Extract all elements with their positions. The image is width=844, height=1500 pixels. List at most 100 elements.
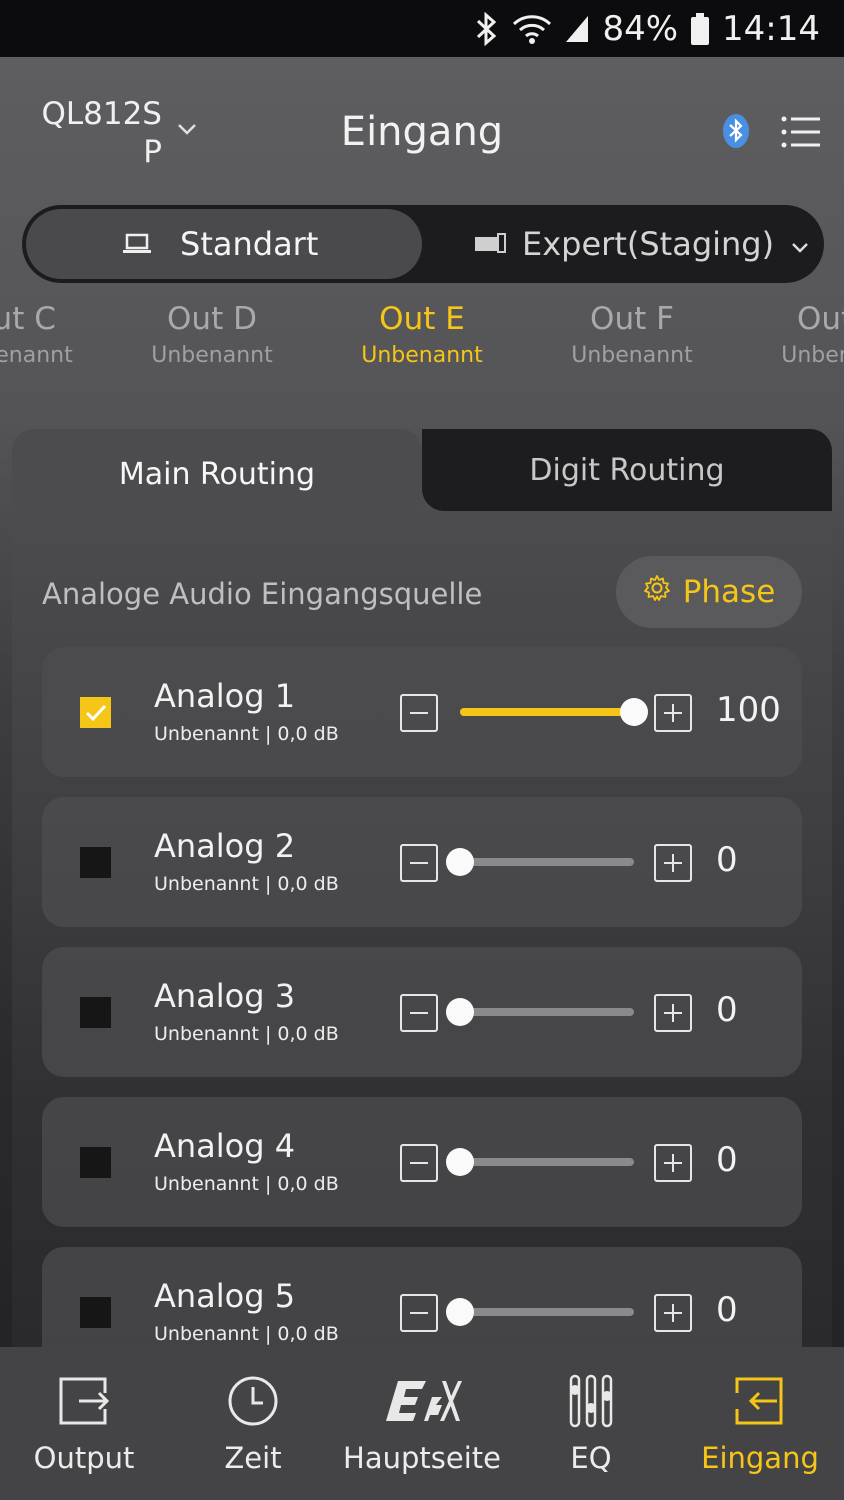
battery-percent: 84%: [602, 8, 679, 49]
esx-logo-icon: [338, 1371, 506, 1431]
source-checkbox[interactable]: [80, 997, 111, 1028]
phase-label: Phase: [682, 574, 776, 610]
battery-icon: [690, 12, 710, 46]
increase-button[interactable]: [654, 1144, 692, 1182]
nav-zeit[interactable]: Zeit: [169, 1347, 337, 1500]
decrease-button[interactable]: [400, 1144, 438, 1182]
phase-button[interactable]: Phase: [616, 556, 802, 628]
nav-hauptseite[interactable]: Hauptseite: [338, 1347, 506, 1500]
source-checkbox[interactable]: [80, 1147, 111, 1178]
output-name: Out D: [167, 301, 257, 337]
nav-label: Hauptseite: [343, 1441, 501, 1475]
chevron-down-icon: [790, 225, 810, 263]
equalizer-icon: [507, 1371, 675, 1431]
signal-icon: [564, 14, 590, 44]
output-subtitle: Unbenannt: [571, 343, 693, 368]
level-slider[interactable]: [460, 698, 648, 726]
output-subtitle: Unbenannt: [151, 343, 273, 368]
source-subtitle: Unbenannt | 0,0 dB: [154, 873, 339, 895]
output-subtitle: Unbenannt: [361, 343, 483, 368]
output-channel-tabs: Out C Unbenannt Out D Unbenannt Out E Un…: [0, 297, 844, 381]
nav-label: Zeit: [224, 1441, 282, 1475]
clock-icon: [169, 1371, 337, 1431]
laptop-icon: [122, 225, 152, 263]
level-value: 0: [716, 1140, 738, 1180]
slider-thumb[interactable]: [620, 698, 648, 726]
app-screen: QL812S P Eingang Standart Expert(Staging…: [0, 57, 844, 1500]
check-icon: [85, 704, 106, 721]
bottom-navigation: Output Zeit Hauptseite EQ Eingang: [0, 1347, 844, 1500]
source-name: Analog 3: [154, 977, 296, 1015]
source-checkbox[interactable]: [80, 847, 111, 878]
output-tab[interactable]: Out C Unbenannt: [0, 297, 112, 371]
decrease-button[interactable]: [400, 1294, 438, 1332]
tab-main-routing[interactable]: Main Routing: [12, 429, 422, 519]
source-name: Analog 5: [154, 1277, 296, 1315]
standard-mode-label: Standart: [180, 225, 319, 263]
slider-thumb[interactable]: [446, 998, 474, 1026]
increase-button[interactable]: [654, 844, 692, 882]
source-name: Analog 4: [154, 1127, 296, 1165]
bluetooth-icon: [474, 11, 500, 46]
level-slider[interactable]: [446, 848, 634, 876]
output-tab[interactable]: Out E Unbenannt: [322, 297, 522, 371]
expert-mode-button[interactable]: Expert(Staging): [474, 205, 810, 283]
nav-label: Eingang: [701, 1441, 819, 1475]
nav-eingang[interactable]: Eingang: [676, 1347, 844, 1500]
section-label: Analoge Audio Eingangsquelle: [42, 577, 483, 611]
nav-eq[interactable]: EQ: [507, 1347, 675, 1500]
source-checkbox[interactable]: [80, 1297, 111, 1328]
header: QL812S P Eingang: [0, 57, 844, 207]
level-value: 0: [716, 840, 738, 880]
output-name: Out G: [796, 301, 844, 337]
level-slider[interactable]: [446, 1148, 634, 1176]
decrease-button[interactable]: [400, 994, 438, 1032]
list-item: Analog 3 Unbenannt | 0,0 dB 0: [42, 947, 802, 1077]
slider-thumb[interactable]: [446, 1148, 474, 1176]
clock-time: 14:14: [722, 8, 820, 49]
slider-fill: [460, 708, 634, 716]
slider-thumb[interactable]: [446, 848, 474, 876]
level-value: 100: [716, 690, 781, 730]
level-slider[interactable]: [446, 998, 634, 1026]
output-subtitle: Unbenannt: [0, 343, 73, 368]
source-name: Analog 2: [154, 827, 296, 865]
standard-mode-button[interactable]: Standart: [26, 209, 422, 279]
input-icon: [676, 1371, 844, 1431]
bluetooth-status-icon[interactable]: [722, 113, 750, 153]
list-item: Analog 2 Unbenannt | 0,0 dB 0: [42, 797, 802, 927]
routing-tabs: Main Routing Digit Routing: [12, 429, 832, 519]
increase-button[interactable]: [654, 694, 692, 732]
decrease-button[interactable]: [400, 844, 438, 882]
level-value: 0: [716, 990, 738, 1030]
wifi-icon: [512, 12, 552, 46]
output-name: Out C: [0, 301, 56, 337]
source-subtitle: Unbenannt | 0,0 dB: [154, 723, 339, 745]
source-checkbox[interactable]: [80, 697, 111, 728]
nav-output[interactable]: Output: [0, 1347, 168, 1500]
menu-icon[interactable]: [780, 115, 822, 153]
output-tab[interactable]: Out F Unbenannt: [532, 297, 732, 371]
gear-icon: [643, 574, 671, 610]
mode-toggle: Standart Expert(Staging): [22, 205, 824, 283]
expert-mode-label: Expert(Staging): [522, 225, 775, 263]
output-name: Out E: [379, 301, 465, 337]
level-slider[interactable]: [446, 1298, 634, 1326]
page-title: Eingang: [340, 109, 504, 155]
source-subtitle: Unbenannt | 0,0 dB: [154, 1323, 339, 1345]
increase-button[interactable]: [654, 1294, 692, 1332]
increase-button[interactable]: [654, 994, 692, 1032]
level-value: 0: [716, 1290, 738, 1330]
devices-icon: [474, 225, 506, 263]
tab-digit-routing[interactable]: Digit Routing: [422, 429, 832, 511]
output-tab[interactable]: Out D Unbenannt: [112, 297, 312, 371]
status-bar: 84% 14:14: [0, 0, 844, 57]
output-tab[interactable]: Out G Unbenannt: [742, 297, 844, 371]
slider-thumb[interactable]: [446, 1298, 474, 1326]
source-subtitle: Unbenannt | 0,0 dB: [154, 1023, 339, 1045]
source-subtitle: Unbenannt | 0,0 dB: [154, 1173, 339, 1195]
decrease-button[interactable]: [400, 694, 438, 732]
source-name: Analog 1: [154, 677, 296, 715]
nav-label: EQ: [570, 1441, 612, 1475]
list-item: Analog 1 Unbenannt | 0,0 dB 100: [42, 647, 802, 777]
